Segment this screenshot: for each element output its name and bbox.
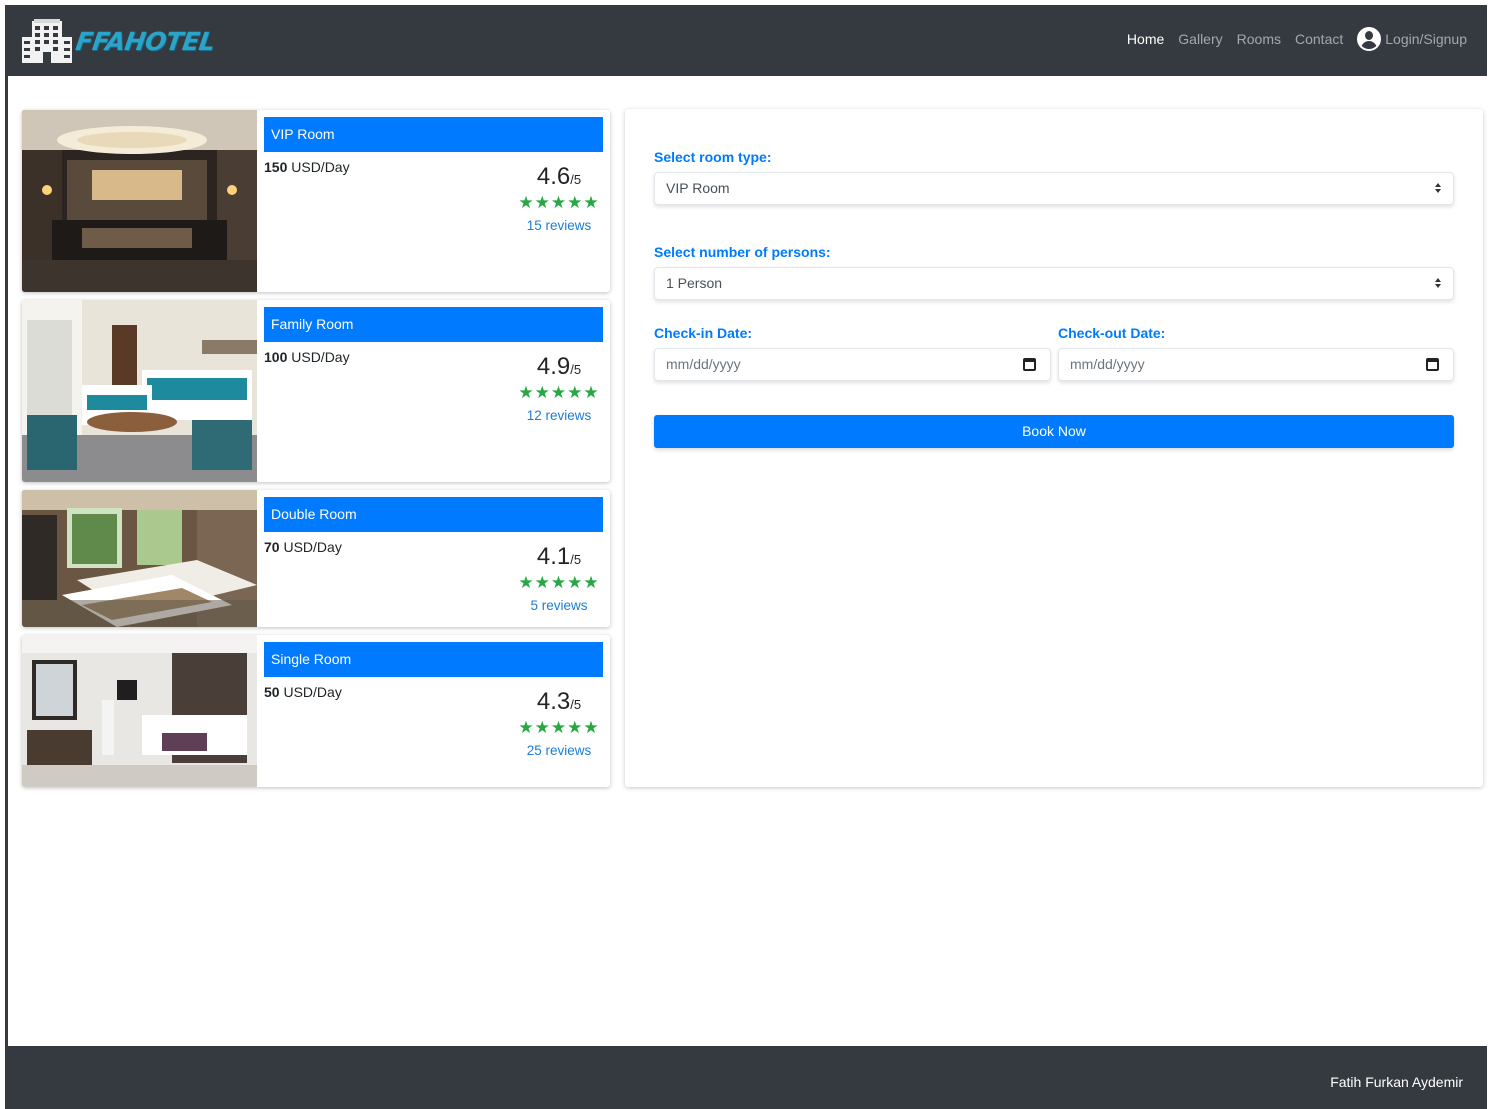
price-unit: USD/Day	[283, 684, 342, 700]
room-rating: 4.9/5 ★★★★★ 12 reviews	[509, 353, 609, 423]
reviews-link[interactable]: 25 reviews	[509, 743, 609, 758]
rating-score: 4.3/5	[509, 688, 609, 716]
checkin-label: Check-in Date:	[654, 325, 753, 341]
room-price: 50 USD/Day	[264, 684, 342, 700]
brand[interactable]: FFAHOTEL	[22, 19, 217, 63]
room-price: 70 USD/Day	[264, 539, 342, 555]
persons-value: 1 Person	[666, 275, 723, 291]
footer: Fatih Furkan Aydemir	[8, 1046, 1487, 1109]
room-type-label: Select room type:	[654, 149, 772, 165]
star-rating-icon: ★★★★★	[518, 718, 600, 737]
room-title[interactable]: Family Room	[264, 307, 603, 342]
room-type-value: VIP Room	[666, 180, 730, 196]
select-caret-icon	[1434, 182, 1442, 196]
nav-rooms[interactable]: Rooms	[1237, 31, 1281, 47]
room-rating: 4.1/5 ★★★★★ 5 reviews	[509, 543, 609, 613]
price-unit: USD/Day	[283, 539, 342, 555]
rating-scale: /5	[570, 172, 582, 187]
checkin-placeholder: mm/dd/yyyy	[666, 356, 741, 372]
price-value: 50	[264, 684, 280, 700]
price-value: 70	[264, 539, 280, 555]
star-rating-icon: ★★★★★	[518, 383, 600, 402]
calendar-icon[interactable]	[1023, 358, 1036, 371]
room-type-select[interactable]: VIP Room	[654, 172, 1454, 205]
rating-value: 4.1	[536, 543, 571, 570]
user-circle-icon	[1357, 27, 1382, 51]
rating-value: 4.9	[536, 353, 571, 380]
booking-form: Select room type: VIP Room Select number…	[625, 109, 1483, 787]
navbar: FFAHOTEL Home Gallery Rooms Contact Logi…	[8, 5, 1487, 76]
hotel-building-icon	[22, 19, 72, 63]
price-value: 100	[264, 349, 288, 365]
room-rating: 4.6/5 ★★★★★ 15 reviews	[509, 163, 609, 233]
checkout-date-input[interactable]: mm/dd/yyyy	[1058, 348, 1454, 381]
price-value: 150	[264, 159, 288, 175]
book-now-button[interactable]: Book Now	[654, 415, 1454, 448]
rating-score: 4.1/5	[509, 543, 609, 571]
room-photo-family	[22, 300, 257, 482]
rating-value: 4.3	[536, 688, 571, 715]
room-price: 150 USD/Day	[264, 159, 350, 175]
nav-contact[interactable]: Contact	[1295, 31, 1343, 47]
room-card-single[interactable]: Single Room 50 USD/Day 4.3/5 ★★★★★ 25 re…	[22, 635, 610, 787]
room-price: 100 USD/Day	[264, 349, 350, 365]
checkin-date-input[interactable]: mm/dd/yyyy	[654, 348, 1051, 381]
room-card-vip[interactable]: VIP Room 150 USD/Day 4.6/5 ★★★★★ 15 revi…	[22, 110, 610, 292]
select-caret-icon	[1434, 277, 1442, 291]
persons-label: Select number of persons:	[654, 244, 831, 260]
rating-score: 4.6/5	[509, 163, 609, 191]
rating-scale: /5	[570, 552, 582, 567]
rating-value: 4.6	[536, 163, 571, 190]
reviews-link[interactable]: 5 reviews	[509, 598, 609, 613]
room-photo-double	[22, 490, 257, 627]
price-unit: USD/Day	[291, 159, 350, 175]
room-rating: 4.3/5 ★★★★★ 25 reviews	[509, 688, 609, 758]
checkout-label: Check-out Date:	[1058, 325, 1166, 341]
nav-menu: Home Gallery Rooms Contact Login/Signup	[1113, 27, 1467, 51]
page-frame: FFAHOTEL Home Gallery Rooms Contact Logi…	[5, 5, 1487, 1109]
reviews-link[interactable]: 15 reviews	[509, 218, 609, 233]
nav-gallery[interactable]: Gallery	[1178, 31, 1222, 47]
price-unit: USD/Day	[291, 349, 350, 365]
room-card-double[interactable]: Double Room 70 USD/Day 4.1/5 ★★★★★ 5 rev…	[22, 490, 610, 627]
nav-home[interactable]: Home	[1127, 31, 1164, 47]
room-photo-single	[22, 635, 257, 787]
rating-scale: /5	[570, 697, 582, 712]
calendar-icon[interactable]	[1426, 358, 1439, 371]
checkout-placeholder: mm/dd/yyyy	[1070, 356, 1145, 372]
star-rating-icon: ★★★★★	[518, 193, 600, 212]
room-title[interactable]: VIP Room	[264, 117, 603, 152]
rating-scale: /5	[570, 362, 582, 377]
persons-select[interactable]: 1 Person	[654, 267, 1454, 300]
star-rating-icon: ★★★★★	[518, 573, 600, 592]
reviews-link[interactable]: 12 reviews	[509, 408, 609, 423]
nav-login-label: Login/Signup	[1385, 31, 1467, 47]
rating-score: 4.9/5	[509, 353, 609, 381]
room-title[interactable]: Single Room	[264, 642, 603, 677]
room-card-family[interactable]: Family Room 100 USD/Day 4.9/5 ★★★★★ 12 r…	[22, 300, 610, 482]
room-photo-vip	[22, 110, 257, 292]
brand-name: FFAHOTEL	[73, 26, 217, 56]
footer-author: Fatih Furkan Aydemir	[1330, 1074, 1463, 1090]
nav-login[interactable]: Login/Signup	[1357, 27, 1467, 51]
room-title[interactable]: Double Room	[264, 497, 603, 532]
